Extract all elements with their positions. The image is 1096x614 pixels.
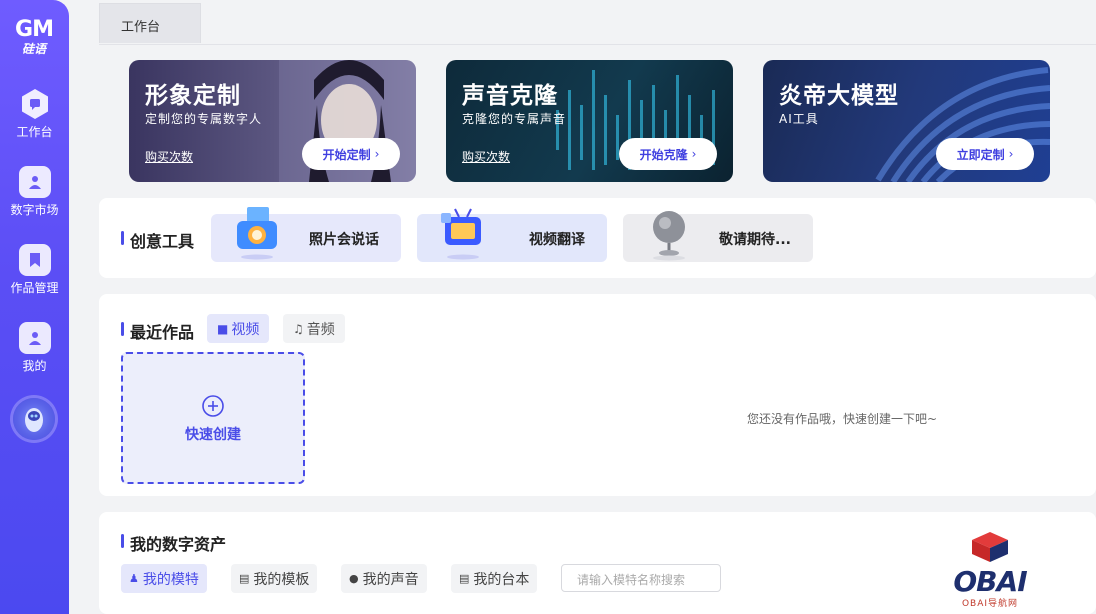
creative-tools-panel: 创意工具 照片会说话 视频翻译 敬请期待... [99,198,1096,278]
recent-works-panel: 最近作品 ■ 视频 ♫ 音频 快速创建 您还没有作品哦，快速创建一下吧~ [99,294,1096,496]
banner-title: 炎帝大模型 [779,83,899,109]
buy-times-link[interactable]: 购买次数 [462,148,510,165]
section-title: 我的数字资产 [121,531,226,555]
sidebar-item-works[interactable]: 作品管理 [0,244,69,296]
banner-title: 形象定制 [145,83,241,109]
sidebar-item-label: 作品管理 [10,281,59,295]
banner-subtitle: 克隆您的专属声音 [462,112,567,126]
bookmark-icon [18,244,51,276]
section-title: 创意工具 [121,228,194,252]
banner-avatar-custom[interactable]: 形象定制 定制您的专属数字人 购买次数 开始定制 › [129,60,416,182]
people-icon: ♟ [129,572,139,585]
logo-subtitle: 硅语 [21,42,46,56]
tab-my-voices[interactable]: ● 我的声音 [341,564,427,593]
chevron-right-icon: › [374,147,380,161]
cta-label: 立即定制 [956,147,1005,162]
tool-video-translate[interactable]: 视频翻译 [417,208,607,262]
sidebar-item-label: 工作台 [16,125,53,139]
tab-my-models[interactable]: ♟ 我的模特 [121,564,207,593]
banner-subtitle: AI工具 [779,112,819,126]
robot-avatar-icon[interactable] [13,398,55,440]
sidebar: GM 硅语 工作台 数字市场 作品管理 我的 [0,0,69,614]
tool-coming-soon[interactable]: 敬请期待... [623,211,813,262]
banner-subtitle: 定制您的专属数字人 [145,112,263,126]
tool-label: 敬请期待... [719,232,791,248]
camera-3d-icon [237,207,277,260]
section-title: 最近作品 [121,319,194,343]
empty-state-text: 您还没有作品哦，快速创建一下吧~ [747,412,938,426]
start-custom-button[interactable]: 开始定制 › [302,138,400,170]
banner-large-model[interactable]: 炎帝大模型 AI工具 立即定制 › [763,60,1050,182]
globe-icon [653,211,685,261]
custom-now-button[interactable]: 立即定制 › [936,138,1034,170]
tab-label: 我的台本 [473,571,530,588]
cta-label: 开始定制 [322,147,371,162]
tab-audio[interactable]: ♫ 音频 [283,314,345,343]
sidebar-item-mine[interactable]: 我的 [0,322,69,374]
quick-create-label: 快速创建 [185,427,241,443]
mic-icon: ● [349,572,359,585]
tab-label: 音频 [306,321,335,338]
tv-translate-icon [441,208,481,260]
obai-watermark: OBAI OBAI导航网 [942,530,1038,610]
sidebar-item-market[interactable]: 数字市场 [0,166,69,218]
music-note-icon: ♫ [293,321,304,336]
chevron-right-icon: › [1008,147,1014,161]
app-logo[interactable]: GM 硅语 [8,17,60,57]
chat-hexagon-icon [19,88,51,120]
sidebar-item-workbench[interactable]: 工作台 [0,88,69,140]
doc-icon: ▤ [239,572,250,585]
person-icon [18,166,51,198]
user-icon [18,322,51,354]
tab-bar: 工作台 [99,0,1096,45]
banner-title: 声音克隆 [462,83,558,109]
tool-photo-talk[interactable]: 照片会说话 [211,207,401,262]
cta-label: 开始克隆 [639,147,688,162]
video-camera-icon: ■ [217,321,229,336]
sidebar-item-label: 我的 [22,359,47,373]
tool-label: 视频翻译 [529,232,585,248]
tab-label: 视频 [231,321,260,338]
model-search-input[interactable]: 请输入模特名称搜索 [561,564,721,592]
tool-label: 照片会说话 [309,232,379,248]
watermark-text: OBAI [953,565,1027,598]
plus-circle-icon [202,395,224,417]
tab-label: 我的模板 [253,571,310,588]
cube-logo-icon [972,532,1008,562]
script-icon: ▤ [459,572,470,585]
tab-my-scripts[interactable]: ▤ 我的台本 [451,564,538,593]
start-clone-button[interactable]: 开始克隆 › [619,138,717,170]
tab-label: 我的声音 [362,571,419,588]
tab-video[interactable]: ■ 视频 [207,314,270,343]
quick-create-button[interactable]: 快速创建 [121,352,305,484]
tab-workbench[interactable]: 工作台 [99,3,201,43]
tab-my-templates[interactable]: ▤ 我的模板 [231,564,318,593]
logo-mark: GM [15,17,54,42]
chevron-right-icon: › [691,147,697,161]
banner-voice-clone[interactable]: 声音克隆 克隆您的专属声音 购买次数 开始克隆 › [446,60,733,182]
sidebar-item-label: 数字市场 [10,203,59,217]
buy-times-link[interactable]: 购买次数 [145,148,193,165]
tab-label: 我的模特 [142,571,199,588]
